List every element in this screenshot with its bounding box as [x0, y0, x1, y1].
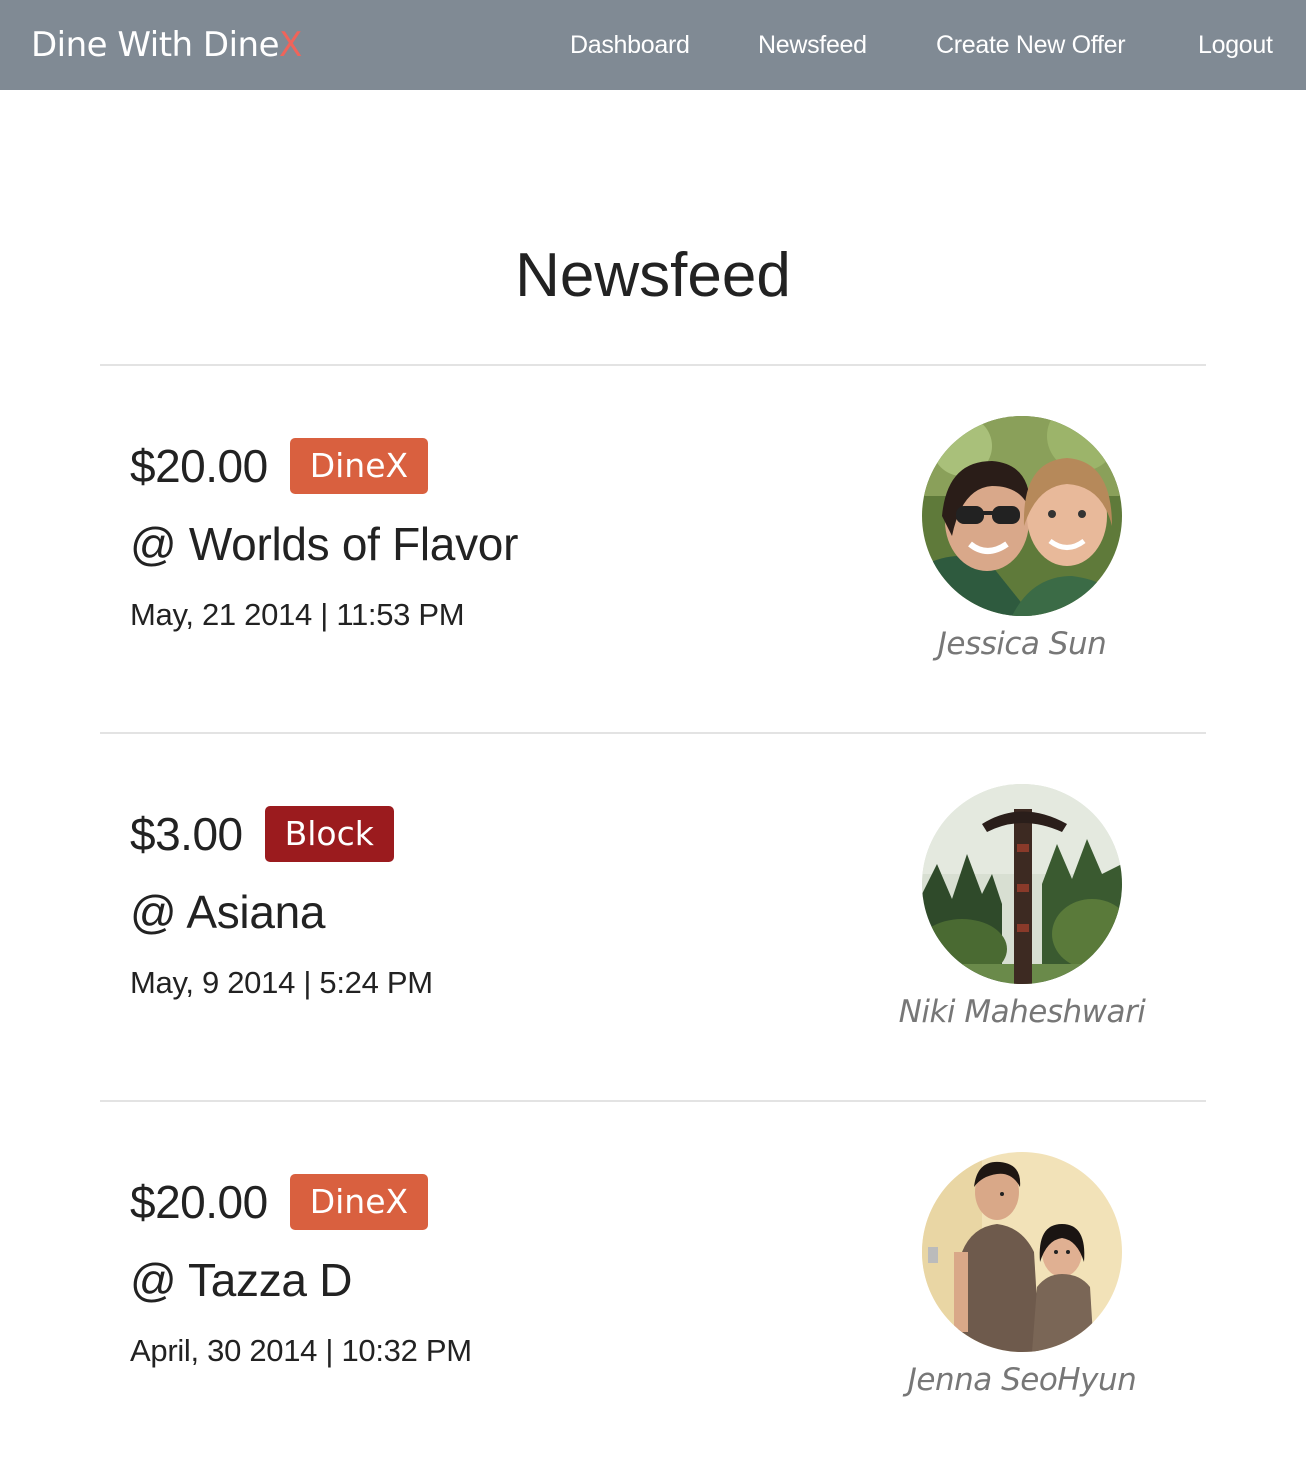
avatar-photo-totem-pole — [922, 784, 1122, 984]
offer-type-badge: Block — [264, 806, 394, 862]
brand-text: Dine With Dine — [31, 25, 280, 65]
offer-price-row: $20.00 DineX — [130, 436, 429, 496]
offer-type-badge: DineX — [289, 1174, 429, 1230]
offer-datetime: April, 30 2014 | 10:32 PM — [130, 1333, 472, 1368]
navbar: Dine With DineX Dashboard Newsfeed Creat… — [0, 0, 1306, 90]
offer-card[interactable]: $20.00 DineX @ Worlds of Flavor May, 21 … — [0, 366, 1306, 734]
brand-accent: X — [279, 25, 302, 65]
offer-restaurant: @ Worlds of Flavor — [130, 518, 519, 570]
page-title: Newsfeed — [515, 241, 791, 310]
offer-price: $20.00 — [130, 440, 268, 492]
offer-user-name[interactable]: Jenna SeoHyun — [872, 1360, 1172, 1400]
offer-price-row: $20.00 DineX — [130, 1172, 429, 1232]
offer-user-name[interactable]: Jessica Sun — [872, 624, 1172, 664]
offer-price: $3.00 — [130, 808, 243, 860]
offer-datetime: May, 21 2014 | 11:53 PM — [130, 597, 465, 632]
user-avatar[interactable] — [922, 1152, 1122, 1352]
user-avatar[interactable] — [922, 784, 1122, 984]
avatar-photo-two-friends — [922, 416, 1122, 616]
offer-price: $20.00 — [130, 1176, 268, 1228]
offer-restaurant: @ Asiana — [130, 886, 326, 938]
offer-restaurant: @ Tazza D — [130, 1254, 353, 1306]
offer-user-name[interactable]: Niki Maheshwari — [872, 992, 1172, 1032]
offer-card[interactable]: $20.00 DineX @ Tazza D April, 30 2014 | … — [0, 1102, 1306, 1470]
nav-newsfeed-link[interactable]: Newsfeed — [758, 28, 867, 62]
brand-logo[interactable]: Dine With DineX — [31, 24, 302, 66]
offer-card[interactable]: $3.00 Block @ Asiana May, 9 2014 | 5:24 … — [0, 734, 1306, 1102]
avatar-photo-couple — [922, 1152, 1122, 1352]
offer-datetime: May, 9 2014 | 5:24 PM — [130, 965, 433, 1000]
user-avatar[interactable] — [922, 416, 1122, 616]
nav-logout-link[interactable]: Logout — [1198, 28, 1273, 62]
nav-dashboard-link[interactable]: Dashboard — [570, 28, 690, 62]
nav-create-offer-link[interactable]: Create New Offer — [936, 28, 1126, 62]
offer-type-badge: DineX — [289, 438, 429, 494]
offer-price-row: $3.00 Block — [130, 804, 394, 864]
